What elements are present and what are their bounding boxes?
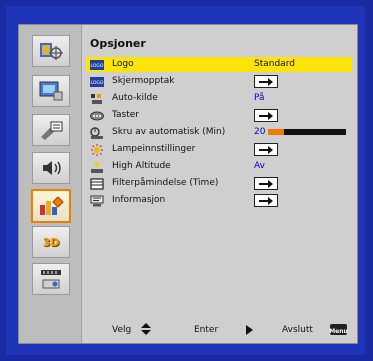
menu-row-auto-power-off[interactable]: Skru av automatisk (Min) 20 xyxy=(86,125,352,140)
menu-label: Lampeinnstillinger xyxy=(112,144,196,154)
enter-arrow-icon[interactable] xyxy=(254,194,278,207)
enter-arrow-icon[interactable] xyxy=(254,143,278,156)
menu-row-keypad[interactable]: Taster xyxy=(86,108,352,123)
menu-row-lamp-settings[interactable]: Lampeinnstillinger xyxy=(86,142,352,157)
logo-value: Standard xyxy=(254,59,295,69)
menu-label: Informasjon xyxy=(112,195,166,205)
image-tab-icon[interactable] xyxy=(32,35,70,67)
information-icon xyxy=(89,194,105,207)
keypad-icon xyxy=(89,109,105,122)
enter-arrow-icon[interactable] xyxy=(254,75,278,88)
enter-arrow-icon[interactable] xyxy=(254,109,278,122)
menu-row-filter-reminder[interactable]: Filterpåmindelse (Time) xyxy=(86,176,352,191)
menu-label: Skru av automatisk (Min) xyxy=(112,127,226,137)
volume-tab-icon[interactable] xyxy=(32,152,70,184)
auto-power-off-value: 20 xyxy=(254,127,266,137)
menu-label: High Altitude xyxy=(112,161,171,171)
up-down-arrows-icon xyxy=(140,323,152,338)
options-menu: Opsjoner LOGO Logo Standard LOGO Skjermo… xyxy=(82,25,357,343)
footer-hints: Velg Enter Avslutt Menu xyxy=(82,321,357,339)
menu-label: Skjermopptak xyxy=(112,76,175,86)
sidebar: 3D xyxy=(19,25,82,343)
osd-menu-panel: 3D Opsjoner LOGO Logo Standard LOGO Skje… xyxy=(18,24,358,344)
options-tab-icon[interactable] xyxy=(31,189,71,223)
menu-label: Logo xyxy=(112,59,134,69)
3d-tab-icon[interactable]: 3D xyxy=(32,226,70,258)
exit-hint-label: Avslutt xyxy=(282,325,313,335)
menu-key-icon: Menu xyxy=(329,324,348,335)
filter-reminder-icon xyxy=(89,177,105,190)
select-hint-label: Velg xyxy=(112,325,132,335)
menu-label: Taster xyxy=(112,110,139,120)
page-title: Opsjoner xyxy=(90,37,146,50)
right-arrow-icon xyxy=(246,325,254,338)
menu-row-logo[interactable]: LOGO Logo Standard xyxy=(86,57,352,72)
lan-tab-icon[interactable] xyxy=(32,263,70,295)
screen-tab-icon[interactable] xyxy=(32,75,70,107)
slider-fill xyxy=(268,129,284,135)
menu-row-auto-source[interactable]: Auto-kilde På xyxy=(86,91,352,106)
auto-power-off-slider[interactable] xyxy=(268,129,346,135)
high-altitude-value: Av xyxy=(254,161,265,171)
logo-capture-icon: LOGO xyxy=(89,75,105,88)
logo-icon: LOGO xyxy=(89,58,105,71)
settings-tab-icon[interactable] xyxy=(32,114,70,146)
auto-source-value: På xyxy=(254,93,265,103)
auto-power-off-icon xyxy=(89,126,105,139)
3d-tab-label: 3D xyxy=(42,235,60,249)
menu-row-high-altitude[interactable]: High Altitude Av xyxy=(86,159,352,174)
svg-text:LOGO: LOGO xyxy=(91,63,104,69)
menu-row-logo-capture[interactable]: LOGO Skjermopptak xyxy=(86,74,352,89)
lamp-icon xyxy=(89,143,105,156)
svg-text:LOGO: LOGO xyxy=(91,80,104,86)
high-altitude-icon xyxy=(89,160,105,173)
enter-arrow-icon[interactable] xyxy=(254,177,278,190)
auto-source-icon xyxy=(89,92,105,105)
enter-hint-label: Enter xyxy=(194,325,219,335)
menu-label: Filterpåmindelse (Time) xyxy=(112,178,219,188)
menu-label: Auto-kilde xyxy=(112,93,158,103)
menu-key-label: Menu xyxy=(329,328,348,335)
menu-row-information[interactable]: Informasjon xyxy=(86,193,352,208)
